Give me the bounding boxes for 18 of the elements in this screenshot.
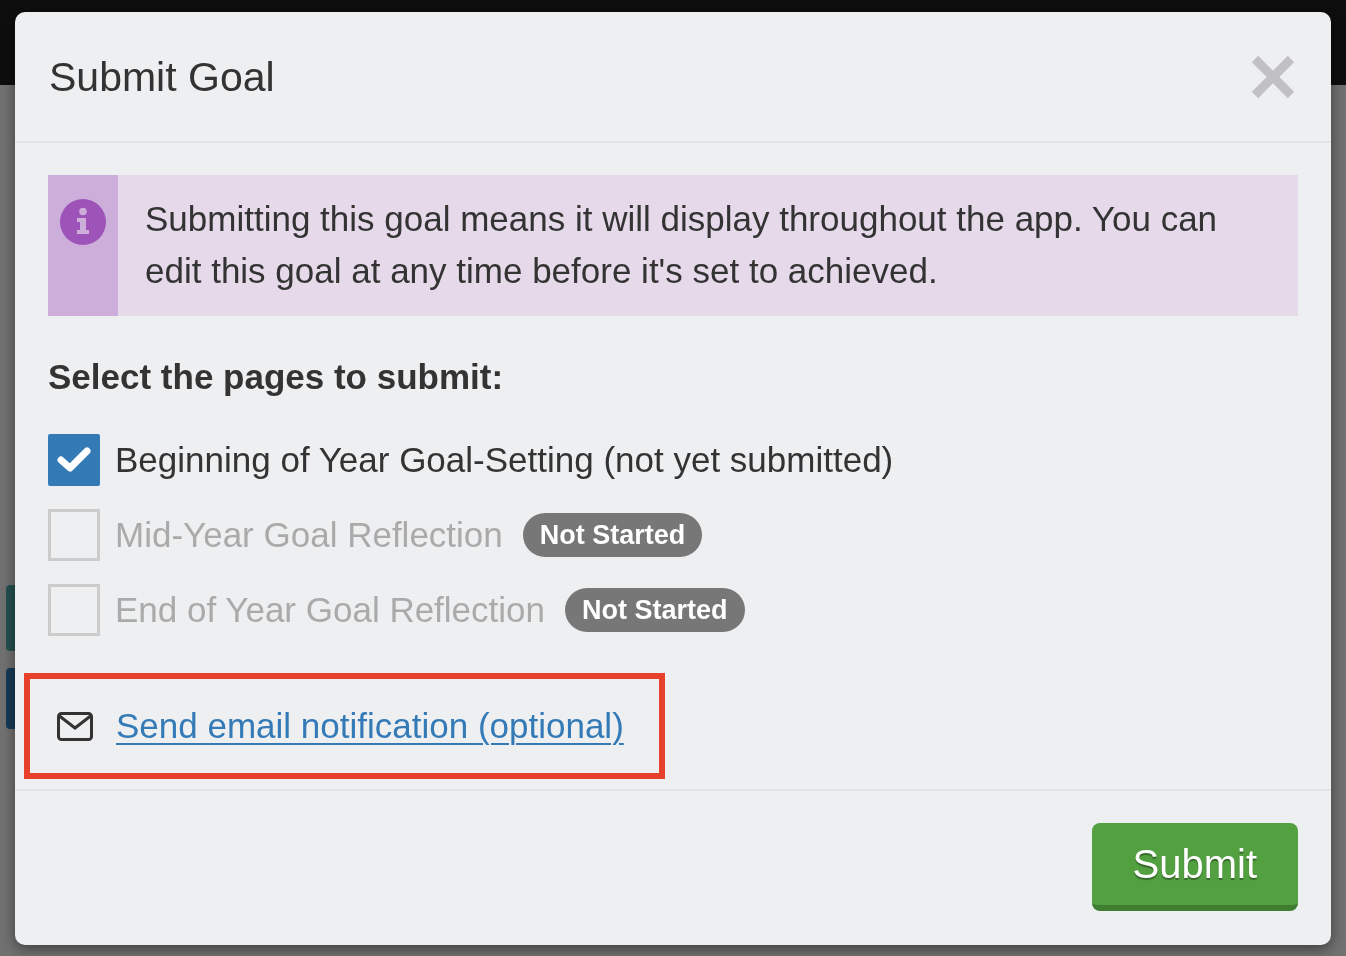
alert-message: Submitting this goal means it will display throughout the app. You can edit this goal at any time before it's set to achieved.	[144, 198, 1219, 292]
checkbox-label: Beginning of Year Goal-Setting (not yet submitted)	[115, 439, 894, 481]
email-notification-link[interactable]: Send email notification (optional)	[116, 705, 624, 747]
status-badge: Not Started	[565, 588, 745, 632]
checkbox-label: End of Year Goal Reflection	[115, 589, 545, 631]
background-tile	[6, 585, 15, 651]
checkbox-label: Mid-Year Goal Reflection	[115, 514, 503, 556]
submit-button[interactable]: Submit	[1091, 823, 1298, 911]
info-icon	[60, 199, 106, 245]
section-heading: Select the pages to submit:	[48, 357, 504, 397]
background-tile	[6, 668, 15, 729]
checkbox[interactable]	[48, 434, 100, 486]
checkmark-icon	[57, 446, 91, 474]
mail-icon	[57, 711, 93, 741]
close-button[interactable]	[1251, 54, 1295, 99]
status-badge: Not Started	[522, 513, 703, 557]
close-icon	[1251, 54, 1295, 99]
dialog-title: Submit Goal	[49, 52, 275, 101]
